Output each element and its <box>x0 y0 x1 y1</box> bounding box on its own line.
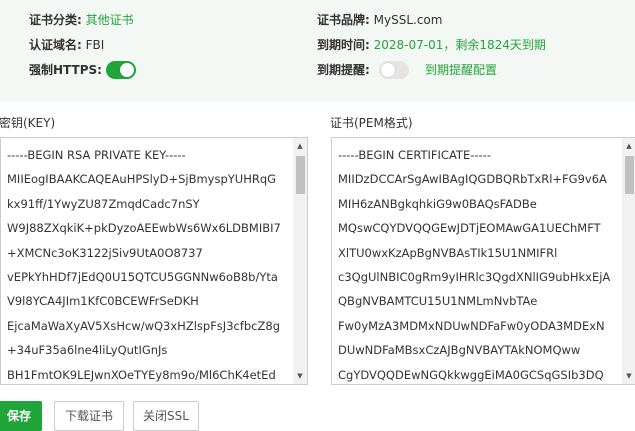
certificate-content: -----BEGIN CERTIFICATE----- MIIDzDCCArSgA… <box>338 143 618 384</box>
scroll-thumb[interactable] <box>625 156 634 194</box>
text-line: +XMCNc3oK3122jSiv9UtA0O8737 <box>7 245 203 260</box>
text-line: XlTU0wxKzApBgNVBAsTIk15U1NMIFRl <box>338 245 558 260</box>
certificate-title: 证书(PEM格式) <box>330 116 413 130</box>
download-cert-button[interactable]: 下载证书 <box>54 401 124 431</box>
expire-reminder-label: 到期提醒: <box>317 63 370 77</box>
cert-brand-value: MySSL.com <box>373 13 443 27</box>
text-line: CgYDVQQDEwNGQkkwggEiMA0GCSqGSIb3DQ <box>338 367 604 382</box>
cert-expire-value: 2028-07-01，剩余1824天到期 <box>373 38 546 52</box>
private-key-textarea[interactable]: -----BEGIN RSA PRIVATE KEY----- MIIEogIBA… <box>0 137 308 385</box>
cert-expire-label: 到期时间: <box>317 38 370 52</box>
text-line: +34uF35a6lne4liLyQutIGnJs <box>7 343 168 358</box>
cert-domain-label: 认证域名: <box>29 38 82 52</box>
scroll-down-icon[interactable]: ▼ <box>622 370 635 382</box>
reminder-config-link[interactable]: 到期提醒配置 <box>425 60 497 80</box>
text-line: EjcaMaWaXyAV5XsHcw/wQ3xHZlspFsJ3cfbcZ8g <box>7 318 280 333</box>
cert-category-row: 证书分类: 其他证书 <box>29 10 134 30</box>
cert-category-label: 证书分类: <box>29 13 82 27</box>
text-line: vEPkYhHDf7jEdQ0U15QTCU5GGNNw6oB8b/Yta <box>7 269 278 284</box>
text-line: MIH6zANBgkqhkiG9w0BAQsFADBe <box>338 196 537 211</box>
cert-brand-label: 证书品牌: <box>317 13 370 27</box>
scroll-up-icon[interactable]: ▲ <box>293 140 307 152</box>
force-https-row: 强制HTTPS: <box>29 60 102 80</box>
save-button[interactable]: 保存 <box>0 401 42 431</box>
cert-info-panel: 证书分类: 其他证书 证书品牌: MySSL.com 认证域名: FBI 到期时… <box>0 0 635 102</box>
scroll-down-icon[interactable]: ▼ <box>293 370 307 382</box>
toggle-knob <box>120 63 134 77</box>
certificate-scrollbar[interactable]: ▲ ▼ <box>622 138 635 384</box>
cert-category-value: 其他证书 <box>85 13 134 27</box>
text-line: W9J88ZXqkiK+pkDyzoAEEwbWs6Wx6LDBMIBI7 <box>7 221 281 236</box>
private-key-content: -----BEGIN RSA PRIVATE KEY----- MIIEogIBA… <box>7 143 289 384</box>
text-line: QBgNVBAMTCU15U1NMLmNvbTAe <box>338 294 538 309</box>
text-line: -----BEGIN CERTIFICATE----- <box>338 148 491 162</box>
scroll-up-icon[interactable]: ▲ <box>622 140 635 152</box>
expire-reminder-row: 到期提醒: <box>317 60 370 80</box>
expire-reminder-toggle[interactable] <box>379 61 409 79</box>
toggle-knob <box>381 63 395 77</box>
close-ssl-button[interactable]: 关闭SSL <box>133 401 199 431</box>
text-line: V9l8YCA4JIm1KfC0BCEWFrSeDKH <box>7 294 199 309</box>
force-https-label: 强制HTTPS: <box>29 63 102 77</box>
text-line: DUwNDFaMBsxCzAJBgNVBAYTAkNOMQww <box>338 343 581 358</box>
text-line: BH1FmtOK9LEJwnXOeTYEy8m9o/Ml6ChK4etEd <box>7 367 276 382</box>
text-line: c3QgUlNBIC0gRm9yIHRlc3QgdXNlIG9ubHkxEjA <box>338 269 611 284</box>
private-key-title: 密钥(KEY) <box>0 116 56 130</box>
cert-domain-row: 认证域名: FBI <box>29 35 104 55</box>
text-line: Fw0yMzA3MDMxNDUwNDFaFw0yODA3MDExN <box>338 318 605 333</box>
text-line: MIIDzDCCArSgAwIBAgIQGDBQRbTxRl+FG9v6A <box>338 172 607 187</box>
text-line: kx91ff/1YwyZU87ZmqdCadc7nSY <box>7 196 200 211</box>
scroll-thumb[interactable] <box>296 156 305 194</box>
text-line: -----BEGIN RSA PRIVATE KEY----- <box>7 148 186 162</box>
force-https-toggle[interactable] <box>106 61 136 79</box>
certificate-textarea[interactable]: -----BEGIN CERTIFICATE----- MIIDzDCCArSgA… <box>331 137 635 385</box>
private-key-scrollbar[interactable]: ▲ ▼ <box>293 138 307 384</box>
text-line: MQswCQYDVQQGEwJDTjEOMAwGA1UEChMFT <box>338 221 601 236</box>
cert-expire-row: 到期时间: 2028-07-01，剩余1824天到期 <box>317 35 546 55</box>
text-line: MIIEogIBAAKCAQEAuHPSlyD+SjBmyspYUHRqG <box>7 172 277 187</box>
cert-brand-row: 证书品牌: MySSL.com <box>317 10 442 30</box>
cert-domain-value: FBI <box>85 38 105 52</box>
